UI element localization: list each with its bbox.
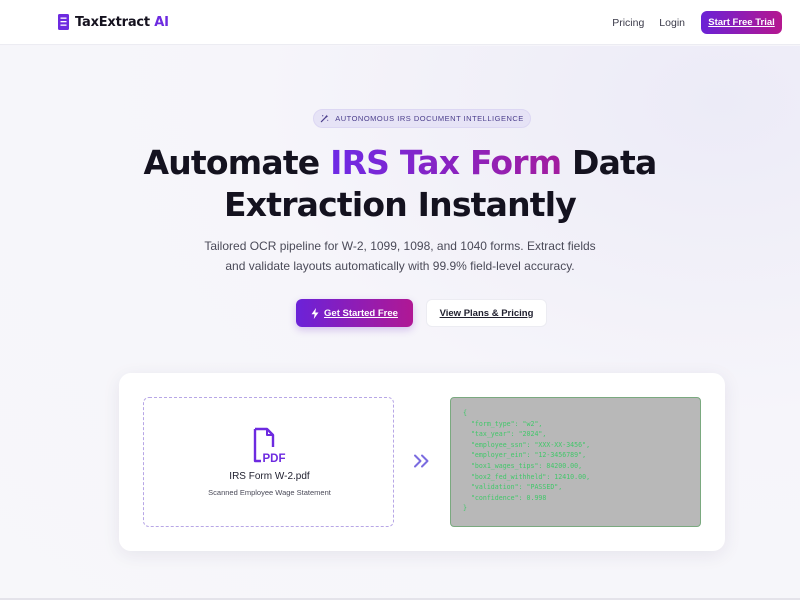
get-started-free-button[interactable]: Get Started Free: [296, 299, 413, 327]
json-line: "validation": "PASSED",: [463, 483, 563, 492]
nav-link-pricing[interactable]: Pricing: [612, 17, 644, 29]
nav-link-login[interactable]: Login: [659, 17, 685, 29]
nav-links: Pricing Login Start Free Trial: [612, 11, 782, 34]
logo-accent: AI: [154, 14, 169, 30]
badge-text: AUTONOMOUS IRS DOCUMENT INTELLIGENCE: [335, 114, 524, 123]
top-navbar: TaxExtract AI Pricing Login Start Free T…: [0, 0, 800, 45]
headline-line1: Automate IRS Tax Form Data: [143, 143, 658, 182]
json-output-panel: { "form_type": "w2", "tax_year": "2024",…: [450, 397, 701, 527]
json-line: "form_type": "w2",: [463, 419, 543, 428]
view-plans-pricing-label: View Plans & Pricing: [439, 307, 534, 319]
hero-headline: Automate IRS Tax Form Data Extraction In…: [0, 142, 800, 226]
pdf-file-icon: PDF: [253, 427, 286, 465]
demo-card: PDF IRS Form W-2.pdf Scanned Employee Wa…: [119, 373, 725, 551]
logo[interactable]: TaxExtract AI: [58, 14, 169, 30]
headline-highlight: IRS Tax Form: [330, 143, 562, 182]
subtitle-line2: and validate layouts automatically with …: [225, 259, 575, 273]
file-upload-box[interactable]: PDF IRS Form W-2.pdf Scanned Employee Wa…: [143, 397, 394, 527]
json-line: "box2_fed_withheld": 12410.00,: [463, 472, 591, 481]
lightning-bolt-icon: [311, 307, 319, 319]
logo-text: TaxExtract AI: [75, 14, 169, 30]
json-line: "tax_year": "2024",: [463, 430, 547, 439]
pdf-icon-text: PDF: [263, 453, 286, 465]
document-icon: [58, 14, 69, 30]
headline-line2: Extraction Instantly: [224, 185, 577, 224]
get-started-free-label: Get Started Free: [324, 307, 398, 319]
json-line: {: [463, 409, 467, 417]
json-line: "employee_ssn": "XXX-XX-3456",: [463, 440, 591, 449]
double-chevron-right-icon: [414, 454, 429, 468]
file-name: IRS Form W-2.pdf: [229, 471, 310, 482]
json-line: }: [463, 504, 467, 513]
view-plans-pricing-button[interactable]: View Plans & Pricing: [426, 299, 547, 327]
magic-wand-icon: [320, 114, 329, 123]
hero-badge: AUTONOMOUS IRS DOCUMENT INTELLIGENCE: [313, 109, 531, 128]
subtitle-line1: Tailored OCR pipeline for W-2, 1099, 109…: [204, 239, 596, 253]
json-line: "box1_wages_tips": 84200.00,: [463, 461, 583, 470]
json-line: "confidence": 0.998: [463, 493, 547, 502]
start-free-trial-button[interactable]: Start Free Trial: [701, 11, 782, 34]
hero-subtitle: Tailored OCR pipeline for W-2, 1099, 109…: [190, 236, 610, 276]
json-line: "employer_ein": "12-3456789",: [463, 451, 587, 460]
file-description: Scanned Employee Wage Statement: [208, 488, 331, 497]
